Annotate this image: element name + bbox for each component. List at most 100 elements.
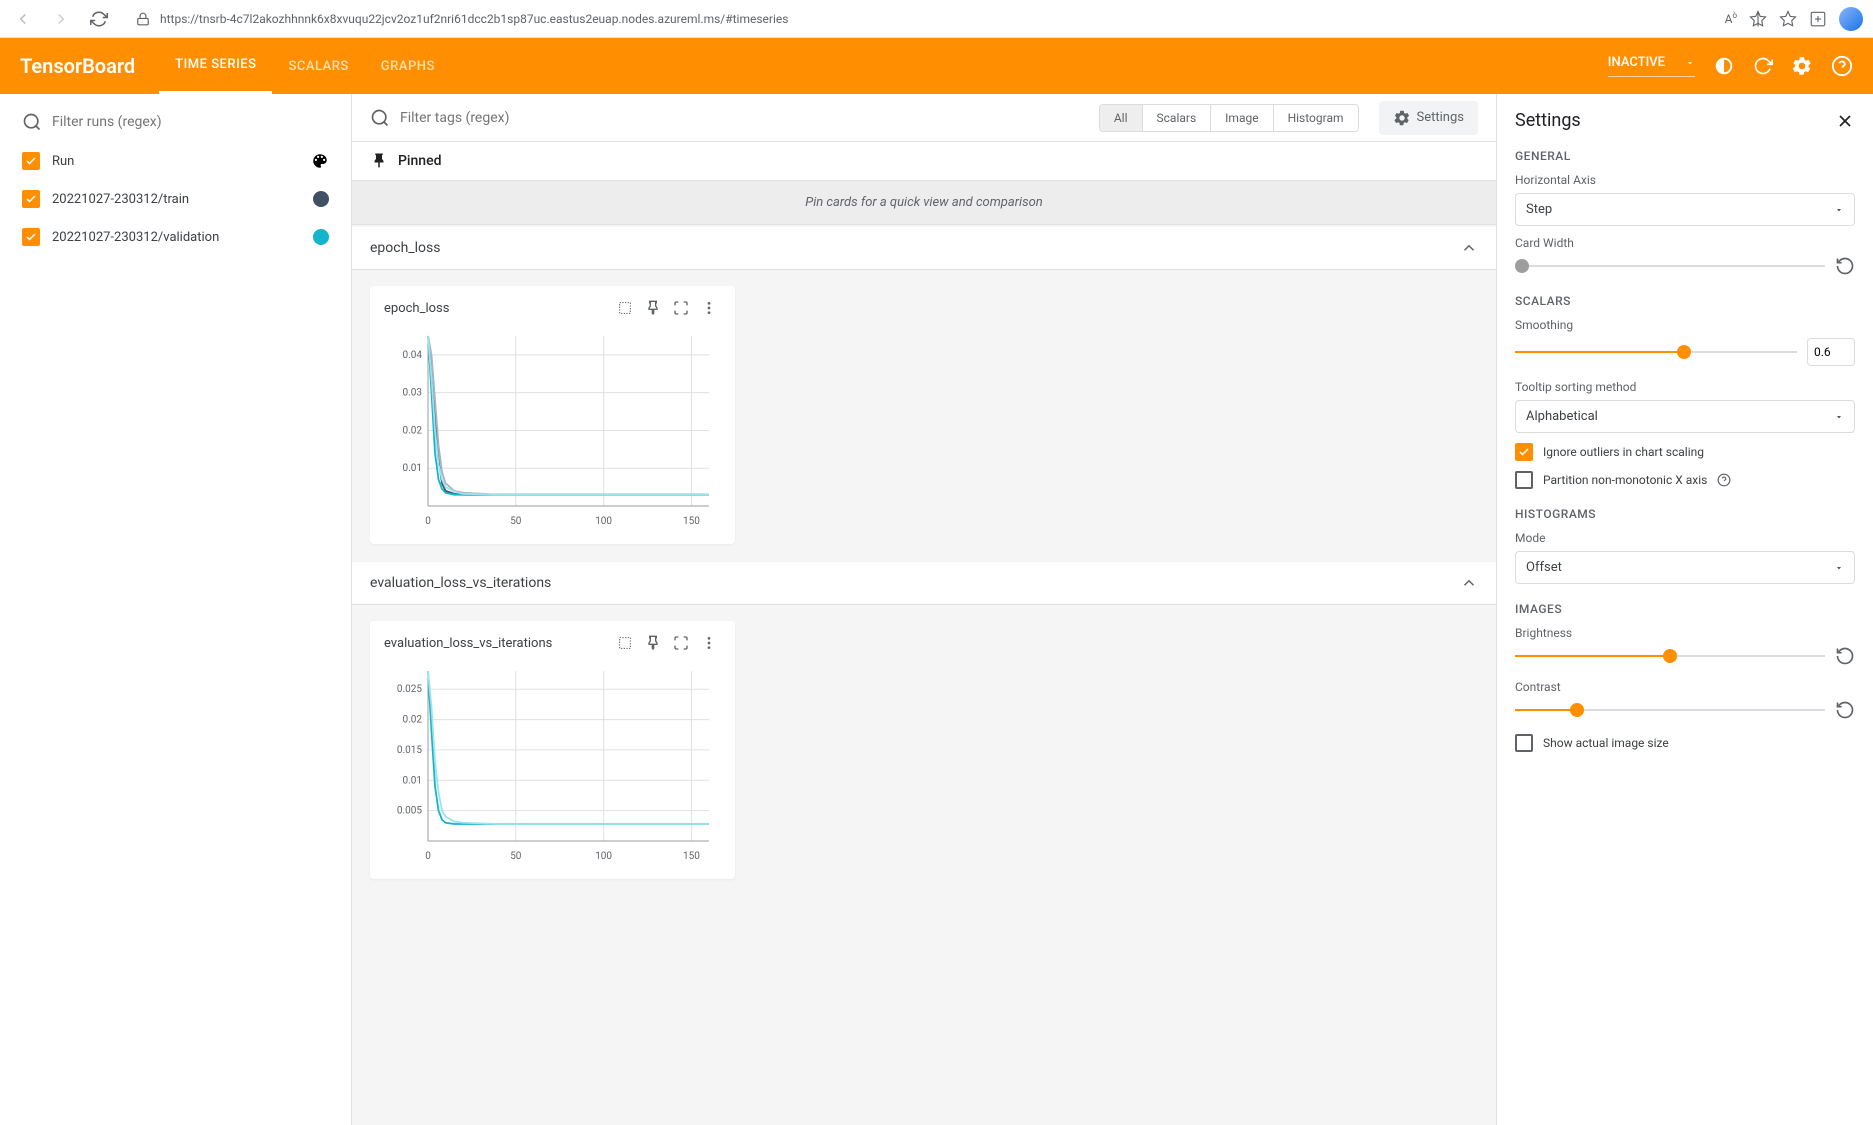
section-header[interactable]: evaluation_loss_vs_iterations xyxy=(352,562,1496,605)
run-row[interactable]: 20221027-230312/validation xyxy=(0,218,351,256)
fit-icon[interactable] xyxy=(613,296,637,320)
smoothing-input[interactable] xyxy=(1807,338,1855,366)
run-checkbox[interactable] xyxy=(22,190,40,208)
smoothing-label: Smoothing xyxy=(1515,318,1855,332)
mode-label: Mode xyxy=(1515,531,1855,545)
h-axis-select[interactable]: Step xyxy=(1515,193,1855,226)
svg-text:0.03: 0.03 xyxy=(403,388,423,399)
collections-icon[interactable] xyxy=(1809,10,1827,28)
tab-scalars[interactable]: SCALARS xyxy=(272,38,364,94)
gear-icon[interactable] xyxy=(1791,55,1813,77)
brightness-slider-row xyxy=(1515,646,1855,666)
pill-histogram[interactable]: Histogram xyxy=(1274,105,1358,131)
svg-text:50: 50 xyxy=(510,851,522,862)
svg-text:0.04: 0.04 xyxy=(403,350,423,361)
content-area: All Scalars Image Histogram Settings Pin… xyxy=(352,94,1496,1125)
color-dot[interactable] xyxy=(313,229,329,245)
fit-icon[interactable] xyxy=(613,631,637,655)
h-axis-value: Step xyxy=(1526,202,1552,217)
scalars-section-label: SCALARS xyxy=(1515,294,1855,308)
close-icon[interactable] xyxy=(1835,111,1855,131)
url-text: https://tnsrb-4c7l2akozhhnnk6x8xvuqu22jc… xyxy=(160,12,788,26)
section-header[interactable]: epoch_loss xyxy=(352,227,1496,270)
section-title: epoch_loss xyxy=(370,240,440,256)
status-label: INACTIVE xyxy=(1608,55,1665,70)
sections: epoch_loss epoch_loss 0501001500.010.020… xyxy=(352,227,1496,895)
svg-text:0.025: 0.025 xyxy=(397,684,422,695)
svg-text:150: 150 xyxy=(683,516,700,527)
pill-image[interactable]: Image xyxy=(1211,105,1273,131)
general-section-label: GENERAL xyxy=(1515,149,1855,163)
status-dropdown[interactable]: INACTIVE xyxy=(1608,55,1695,77)
sidebar: Run 20221027-230312/train 20221027-23031… xyxy=(0,94,352,1125)
theme-icon[interactable] xyxy=(1713,55,1735,77)
header-actions: INACTIVE xyxy=(1608,55,1853,77)
color-dot[interactable] xyxy=(313,191,329,207)
pinned-label: Pinned xyxy=(398,153,441,169)
mode-select[interactable]: Offset xyxy=(1515,551,1855,584)
card-header: epoch_loss xyxy=(370,286,735,330)
reset-icon[interactable] xyxy=(1835,646,1855,666)
fullscreen-icon[interactable] xyxy=(669,631,693,655)
text-size-icon[interactable]: Aὸ xyxy=(1725,11,1737,26)
settings-toggle[interactable]: Settings xyxy=(1379,101,1478,135)
smoothing-slider[interactable] xyxy=(1515,351,1797,353)
pinned-help-text: Pin cards for a quick view and compariso… xyxy=(352,181,1496,225)
mode-value: Offset xyxy=(1526,560,1562,575)
show-actual-row[interactable]: Show actual image size xyxy=(1515,734,1855,752)
favorite-icon[interactable] xyxy=(1779,10,1797,28)
pill-scalars[interactable]: Scalars xyxy=(1143,105,1212,131)
url-bar[interactable]: https://tnsrb-4c7l2akozhhnnk6x8xvuqu22jc… xyxy=(124,8,1713,30)
partition-checkbox[interactable] xyxy=(1515,471,1533,489)
ignore-outliers-label: Ignore outliers in chart scaling xyxy=(1543,445,1704,459)
palette-icon[interactable] xyxy=(311,152,329,170)
runs-filter-input[interactable] xyxy=(52,114,333,130)
settings-title: Settings xyxy=(1515,110,1581,131)
ignore-outliers-row[interactable]: Ignore outliers in chart scaling xyxy=(1515,443,1855,461)
pin-icon[interactable] xyxy=(641,296,665,320)
more-icon[interactable] xyxy=(697,631,721,655)
contrast-slider[interactable] xyxy=(1515,709,1825,711)
pinned-header[interactable]: Pinned xyxy=(352,142,1496,181)
more-icon[interactable] xyxy=(697,296,721,320)
reload-icon[interactable] xyxy=(1753,56,1773,76)
back-button[interactable] xyxy=(10,6,36,32)
pin-icon[interactable] xyxy=(641,631,665,655)
runs-filter xyxy=(0,104,351,142)
pill-all[interactable]: All xyxy=(1100,105,1143,131)
reset-icon[interactable] xyxy=(1835,256,1855,276)
reset-icon[interactable] xyxy=(1835,700,1855,720)
partition-row[interactable]: Partition non-monotonic X axis xyxy=(1515,471,1855,489)
run-checkbox[interactable] xyxy=(22,228,40,246)
profile-avatar[interactable] xyxy=(1839,7,1863,31)
help-icon[interactable] xyxy=(1717,473,1731,487)
run-label: 20221027-230312/train xyxy=(52,192,301,207)
refresh-button[interactable] xyxy=(86,6,112,32)
tab-graphs[interactable]: GRAPHS xyxy=(365,38,451,94)
chart-container[interactable]: 0501001500.0050.010.0150.020.025 xyxy=(370,665,735,879)
tag-filter-input[interactable] xyxy=(400,110,1089,126)
ignore-outliers-checkbox[interactable] xyxy=(1515,443,1533,461)
histograms-section-label: HISTOGRAMS xyxy=(1515,507,1855,521)
svg-text:0.01: 0.01 xyxy=(403,463,423,474)
tooltip-select[interactable]: Alphabetical xyxy=(1515,400,1855,433)
svg-text:100: 100 xyxy=(595,516,612,527)
section-title: evaluation_loss_vs_iterations xyxy=(370,575,551,591)
search-icon xyxy=(370,108,390,128)
chevron-up-icon xyxy=(1460,574,1478,592)
filter-bar: All Scalars Image Histogram Settings xyxy=(352,94,1496,142)
fullscreen-icon[interactable] xyxy=(669,296,693,320)
card-width-slider[interactable] xyxy=(1515,265,1825,267)
run-checkbox[interactable] xyxy=(22,152,40,170)
run-row[interactable]: Run xyxy=(0,142,351,180)
chart-container[interactable]: 0501001500.010.020.030.04 xyxy=(370,330,735,544)
card-area: evaluation_loss_vs_iterations 0501001500… xyxy=(352,605,1496,895)
h-axis-label: Horizontal Axis xyxy=(1515,173,1855,187)
read-aloud-icon[interactable] xyxy=(1749,10,1767,28)
chevron-down-icon xyxy=(1834,205,1844,215)
tab-time-series[interactable]: TIME SERIES xyxy=(159,38,272,94)
show-actual-checkbox[interactable] xyxy=(1515,734,1533,752)
brightness-slider[interactable] xyxy=(1515,655,1825,657)
help-icon[interactable] xyxy=(1831,55,1853,77)
run-row[interactable]: 20221027-230312/train xyxy=(0,180,351,218)
